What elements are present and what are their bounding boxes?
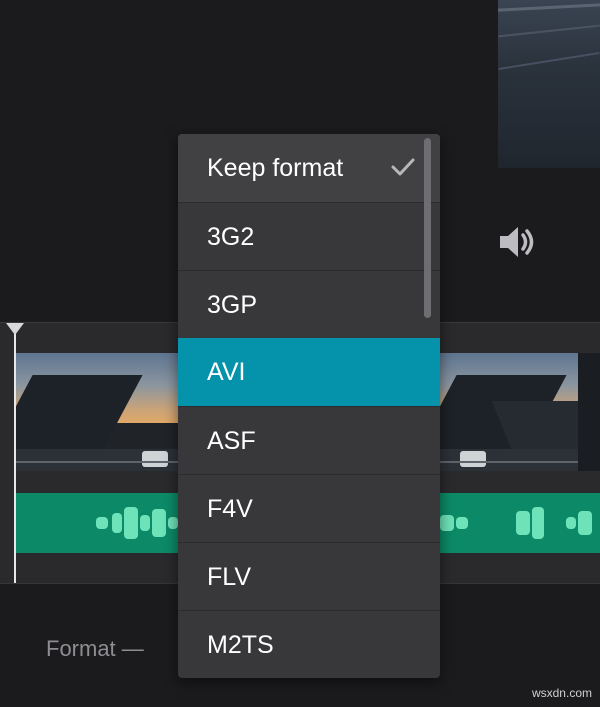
format-label: Format — bbox=[46, 636, 144, 661]
format-option-label: FLV bbox=[207, 563, 251, 591]
video-preview-image bbox=[498, 0, 600, 168]
video-frame-thumbnail bbox=[578, 353, 600, 471]
format-option-label: AVI bbox=[207, 358, 246, 386]
check-icon bbox=[391, 158, 415, 176]
format-option-label: M2TS bbox=[207, 631, 274, 659]
format-option-label: ASF bbox=[207, 427, 256, 455]
watermark: wsxdn.com bbox=[531, 686, 592, 700]
format-option-avi[interactable]: AVI bbox=[178, 338, 440, 406]
format-option-flv[interactable]: FLV bbox=[178, 543, 440, 611]
format-option-label: Keep format bbox=[207, 154, 344, 182]
format-dropdown-menu[interactable]: Keep format 3G2 3GP AVI ASF F4V FLV M2TS bbox=[178, 134, 440, 678]
format-option-label: 3G2 bbox=[207, 223, 255, 251]
video-frame-thumbnail bbox=[440, 353, 578, 471]
format-option-keep-format[interactable]: Keep format bbox=[178, 134, 440, 202]
format-option-asf[interactable]: ASF bbox=[178, 407, 440, 475]
playhead-line[interactable] bbox=[14, 333, 16, 583]
speaker-icon bbox=[500, 227, 534, 257]
volume-button[interactable] bbox=[496, 222, 536, 262]
format-option-label: F4V bbox=[207, 495, 253, 523]
format-option-3gp[interactable]: 3GP bbox=[178, 271, 440, 339]
format-option-f4v[interactable]: F4V bbox=[178, 475, 440, 543]
format-option-m2ts[interactable]: M2TS bbox=[178, 611, 440, 678]
playhead-triangle-icon[interactable] bbox=[6, 323, 24, 335]
format-option-label: 3GP bbox=[207, 291, 258, 319]
dropdown-scrollbar[interactable] bbox=[424, 138, 431, 318]
format-option-3g2[interactable]: 3G2 bbox=[178, 203, 440, 271]
